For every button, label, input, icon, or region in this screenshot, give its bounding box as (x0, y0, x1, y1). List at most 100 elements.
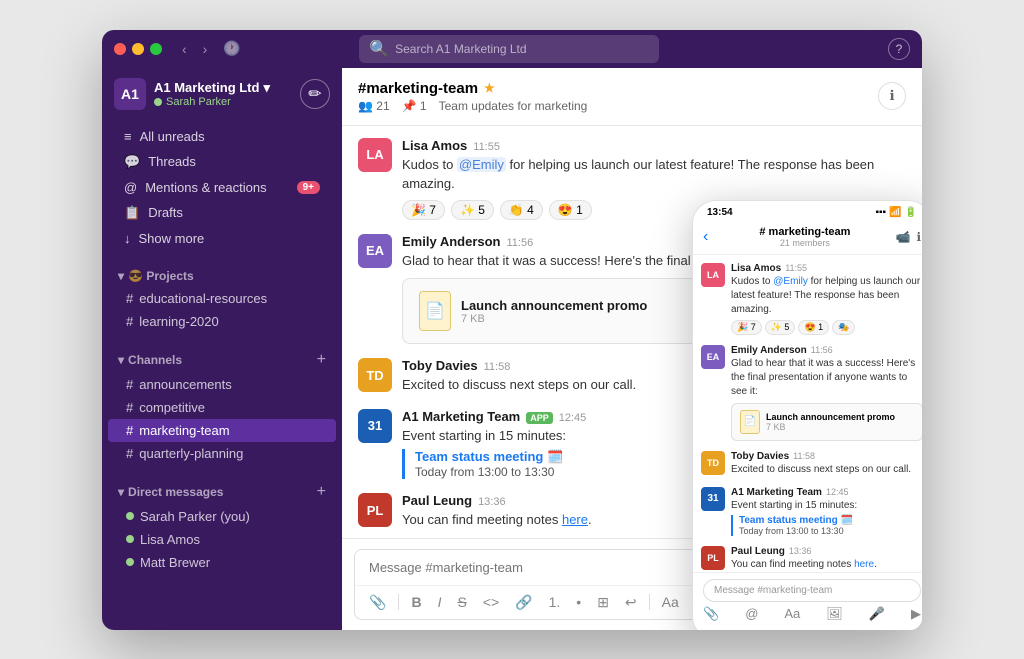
dm-header[interactable]: ▾ Direct messages + (102, 473, 342, 505)
sidebar-item-learning-2020[interactable]: # learning-2020 (102, 310, 342, 333)
sidebar-item-educational-resources[interactable]: # educational-resources (102, 287, 342, 310)
message-time: 13:36 (789, 546, 812, 556)
sidebar-item-competitive[interactable]: # competitive (102, 396, 342, 419)
fullscreen-button[interactable] (150, 43, 162, 55)
star-icon[interactable]: ★ (484, 81, 495, 95)
list-item: LA Lisa Amos 11:55 Kudos to @Emily for h… (701, 263, 922, 335)
reaction-heart-eyes[interactable]: 😍 1 (549, 200, 592, 220)
sidebar-item-marketing-team[interactable]: # marketing-team (108, 419, 336, 442)
reaction[interactable]: 🎉 7 (731, 320, 762, 335)
section-label: 😎 Projects (128, 269, 194, 283)
add-dm-button[interactable]: + (317, 483, 326, 501)
file-name: Launch announcement promo (461, 298, 647, 313)
sidebar-item-show-more[interactable]: ↓ Show more (108, 226, 336, 251)
hash-icon: # (126, 446, 133, 461)
search-input[interactable] (395, 42, 649, 56)
sidebar-item-threads[interactable]: 💬 Threads (108, 149, 336, 175)
list-item: 31 A1 Marketing Team 12:45 Event startin… (701, 487, 922, 536)
back-button[interactable]: ‹ (178, 39, 191, 59)
projects-header[interactable]: ▾ 😎 Projects (102, 259, 342, 287)
channel-info-button[interactable]: ℹ (878, 82, 906, 110)
projects-section: ▾ 😎 Projects # educational-resources # l… (102, 255, 342, 337)
search-icon: 🔍 (369, 39, 389, 59)
italic-button[interactable]: I (434, 592, 446, 612)
phone-video-icon[interactable]: 📹 (895, 230, 910, 244)
forward-button[interactable]: › (199, 39, 212, 59)
avatar: EA (358, 234, 392, 268)
attach-button[interactable]: 📎 (365, 592, 390, 613)
message-text: Excited to discuss next steps on our cal… (731, 463, 922, 477)
bold-button[interactable]: B (407, 592, 425, 612)
reaction[interactable]: ✨ 5 (765, 320, 796, 335)
mentions-badge: 9+ (297, 181, 320, 194)
mention: @Emily (457, 157, 506, 172)
search-bar[interactable]: 🔍 (359, 35, 659, 63)
phone-attach-button[interactable]: 📎 (703, 606, 719, 622)
message-text: Glad to hear that it was a success! Here… (731, 357, 922, 399)
message-body: Paul Leung 13:36 You can find meeting no… (731, 546, 922, 572)
sidebar-item-quarterly-planning[interactable]: # quarterly-planning (102, 442, 342, 465)
strikethrough-button[interactable]: S (453, 592, 470, 612)
font-button[interactable]: Aa (658, 592, 683, 612)
sidebar-item-lisa-amos[interactable]: Lisa Amos (102, 528, 342, 551)
minimize-button[interactable] (132, 43, 144, 55)
dm-section: ▾ Direct messages + Sarah Parker (you) L… (102, 469, 342, 578)
message-text: Kudos to @Emily for helping us launch ou… (731, 275, 922, 317)
section-label: Direct messages (128, 485, 223, 499)
close-button[interactable] (114, 43, 126, 55)
sidebar-item-sarah-parker[interactable]: Sarah Parker (you) (102, 505, 342, 528)
phone-mic-button[interactable]: 🎤 (869, 606, 885, 622)
phone-send-button[interactable]: ▶ (911, 606, 921, 622)
undo-button[interactable]: ↩ (621, 592, 641, 613)
phone-messages: LA Lisa Amos 11:55 Kudos to @Emily for h… (693, 255, 922, 572)
sidebar-item-drafts[interactable]: 📋 Drafts (108, 200, 336, 226)
meeting-notes-link[interactable]: here (854, 559, 874, 570)
message-sender: Lisa Amos (402, 138, 467, 153)
sidebar-item-mentions[interactable]: @ Mentions & reactions 9+ (108, 175, 336, 200)
phone-time: 13:54 (707, 207, 733, 218)
meeting-notes-link[interactable]: here (562, 512, 588, 527)
channels-header[interactable]: ▾ Channels + (102, 341, 342, 373)
message-time: 12:45 (826, 487, 849, 497)
status-dot (154, 98, 162, 106)
reaction-party[interactable]: 🎉 7 (402, 200, 445, 220)
history-button[interactable]: 🕐 (219, 38, 244, 59)
calendar-icon: 31 (358, 409, 392, 443)
code-button[interactable]: <> (479, 592, 503, 612)
sidebar: A1 A1 Marketing Ltd ▾ Sarah Parker ✏ ≡ (102, 68, 342, 630)
unordered-list-button[interactable]: • (572, 592, 585, 612)
phone-back-button[interactable]: ‹ (703, 228, 708, 246)
wifi-icon: 📶 (889, 207, 901, 218)
add-channel-button[interactable]: + (317, 351, 326, 369)
sidebar-item-matt-brewer[interactable]: Matt Brewer (102, 551, 342, 574)
workspace-name: A1 Marketing Ltd ▾ (154, 80, 292, 96)
ordered-list-button[interactable]: 1. (545, 592, 565, 612)
avatar: TD (358, 358, 392, 392)
phone-message-input[interactable]: Message #marketing-team (703, 579, 921, 602)
list-item: TD Toby Davies 11:58 Excited to discuss … (701, 451, 922, 477)
blockquote-button[interactable]: ⊞ (593, 592, 613, 613)
help-button[interactable]: ? (888, 38, 910, 60)
message-sender: Paul Leung (731, 546, 785, 557)
channel-header: #marketing-team ★ 👥 21 📌 1 Team updates … (342, 68, 922, 126)
mention: @Emily (773, 276, 808, 287)
channels-section: ▾ Channels + # announcements # competiti… (102, 337, 342, 469)
phone-font-button[interactable]: Aa (784, 606, 800, 621)
sidebar-item-announcements[interactable]: # announcements (102, 373, 342, 396)
compose-button[interactable]: ✏ (300, 79, 330, 109)
event-time: Today from 13:00 to 13:30 (739, 526, 922, 536)
chevron-down-icon: ▾ (118, 353, 124, 367)
sidebar-item-all-unreads[interactable]: ≡ All unreads (108, 124, 336, 149)
reaction-sparkles[interactable]: ✨ 5 (451, 200, 494, 220)
phone-image-button[interactable]: 🖼 (826, 606, 843, 622)
link-button[interactable]: 🔗 (511, 592, 536, 613)
message-body: Emily Anderson 11:56 Glad to hear that i… (731, 345, 922, 441)
reaction[interactable]: 😍 1 (798, 320, 829, 335)
phone-at-button[interactable]: @ (745, 606, 758, 621)
battery-icon: 🔋 (905, 207, 917, 218)
reaction[interactable]: 🎭 (832, 320, 855, 335)
reaction-clap[interactable]: 👏 4 (500, 200, 543, 220)
phone-info-icon[interactable]: ℹ (916, 230, 921, 244)
message-header: Toby Davies 11:58 (731, 451, 922, 462)
hash-icon: # (126, 400, 133, 415)
